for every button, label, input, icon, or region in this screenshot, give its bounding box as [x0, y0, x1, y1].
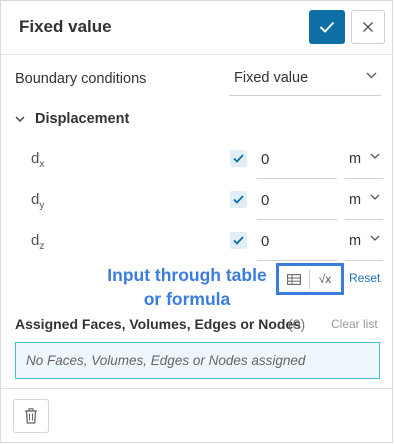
- boundary-conditions-label: Boundary conditions: [15, 71, 147, 87]
- formula-input-button[interactable]: √x: [310, 266, 340, 292]
- dy-value-input[interactable]: [257, 180, 337, 220]
- check-icon: [233, 154, 244, 163]
- close-button[interactable]: [351, 10, 385, 44]
- reset-link[interactable]: Reset: [349, 271, 380, 285]
- component-checkbox-dz[interactable]: [230, 232, 247, 249]
- boundary-conditions-value: Fixed value: [234, 70, 309, 86]
- table-input-button[interactable]: [279, 266, 309, 292]
- annotation-line-2: or formula: [143, 289, 231, 309]
- panel-title: Fixed value: [19, 17, 112, 36]
- component-label-dz: dz: [31, 232, 45, 252]
- check-icon: [233, 195, 244, 204]
- confirm-button[interactable]: [309, 10, 345, 44]
- assignment-dropzone[interactable]: No Faces, Volumes, Edges or Nodes assign…: [15, 342, 380, 379]
- check-icon: [233, 236, 244, 245]
- component-label-dy: dy: [31, 191, 45, 211]
- boundary-conditions-select[interactable]: Fixed value: [229, 62, 381, 96]
- boundary-condition-panel: Fixed value Boundary conditions Fixed va…: [0, 0, 393, 443]
- formula-sqrt-icon: √x: [318, 272, 332, 286]
- displacement-label: Displacement: [35, 111, 130, 127]
- component-checkbox-dx[interactable]: [230, 150, 247, 167]
- assigned-entities-label: Assigned Faces, Volumes, Edges or Nodes: [15, 316, 302, 332]
- dy-unit-select[interactable]: m: [345, 180, 383, 220]
- dz-value-input[interactable]: [257, 221, 337, 261]
- chevron-down-icon: [366, 72, 377, 79]
- close-icon: [363, 22, 373, 32]
- check-icon: [319, 21, 335, 33]
- table-icon: [287, 273, 301, 285]
- annotation-callout: Input through table or formula: [87, 263, 287, 311]
- displacement-section-toggle[interactable]: Displacement: [15, 111, 129, 127]
- annotation-line-1: Input through table: [107, 265, 267, 285]
- footer-divider: [1, 388, 393, 389]
- delete-button[interactable]: [13, 399, 49, 433]
- assigned-count: (0): [288, 316, 306, 332]
- dx-unit-select[interactable]: m: [345, 139, 383, 179]
- trash-icon: [25, 408, 37, 424]
- clear-list-link[interactable]: Clear list: [331, 317, 378, 331]
- component-label-dx: dx: [31, 150, 45, 170]
- dz-unit-select[interactable]: m: [345, 221, 383, 261]
- panel-header: Fixed value: [1, 1, 393, 55]
- chevron-down-icon: [15, 115, 25, 122]
- component-checkbox-dy[interactable]: [230, 191, 247, 208]
- chevron-down-icon: [370, 153, 380, 159]
- chevron-down-icon: [370, 235, 380, 241]
- chevron-down-icon: [370, 194, 380, 200]
- dx-value-input[interactable]: [257, 139, 337, 179]
- assignment-placeholder: No Faces, Volumes, Edges or Nodes assign…: [26, 353, 306, 368]
